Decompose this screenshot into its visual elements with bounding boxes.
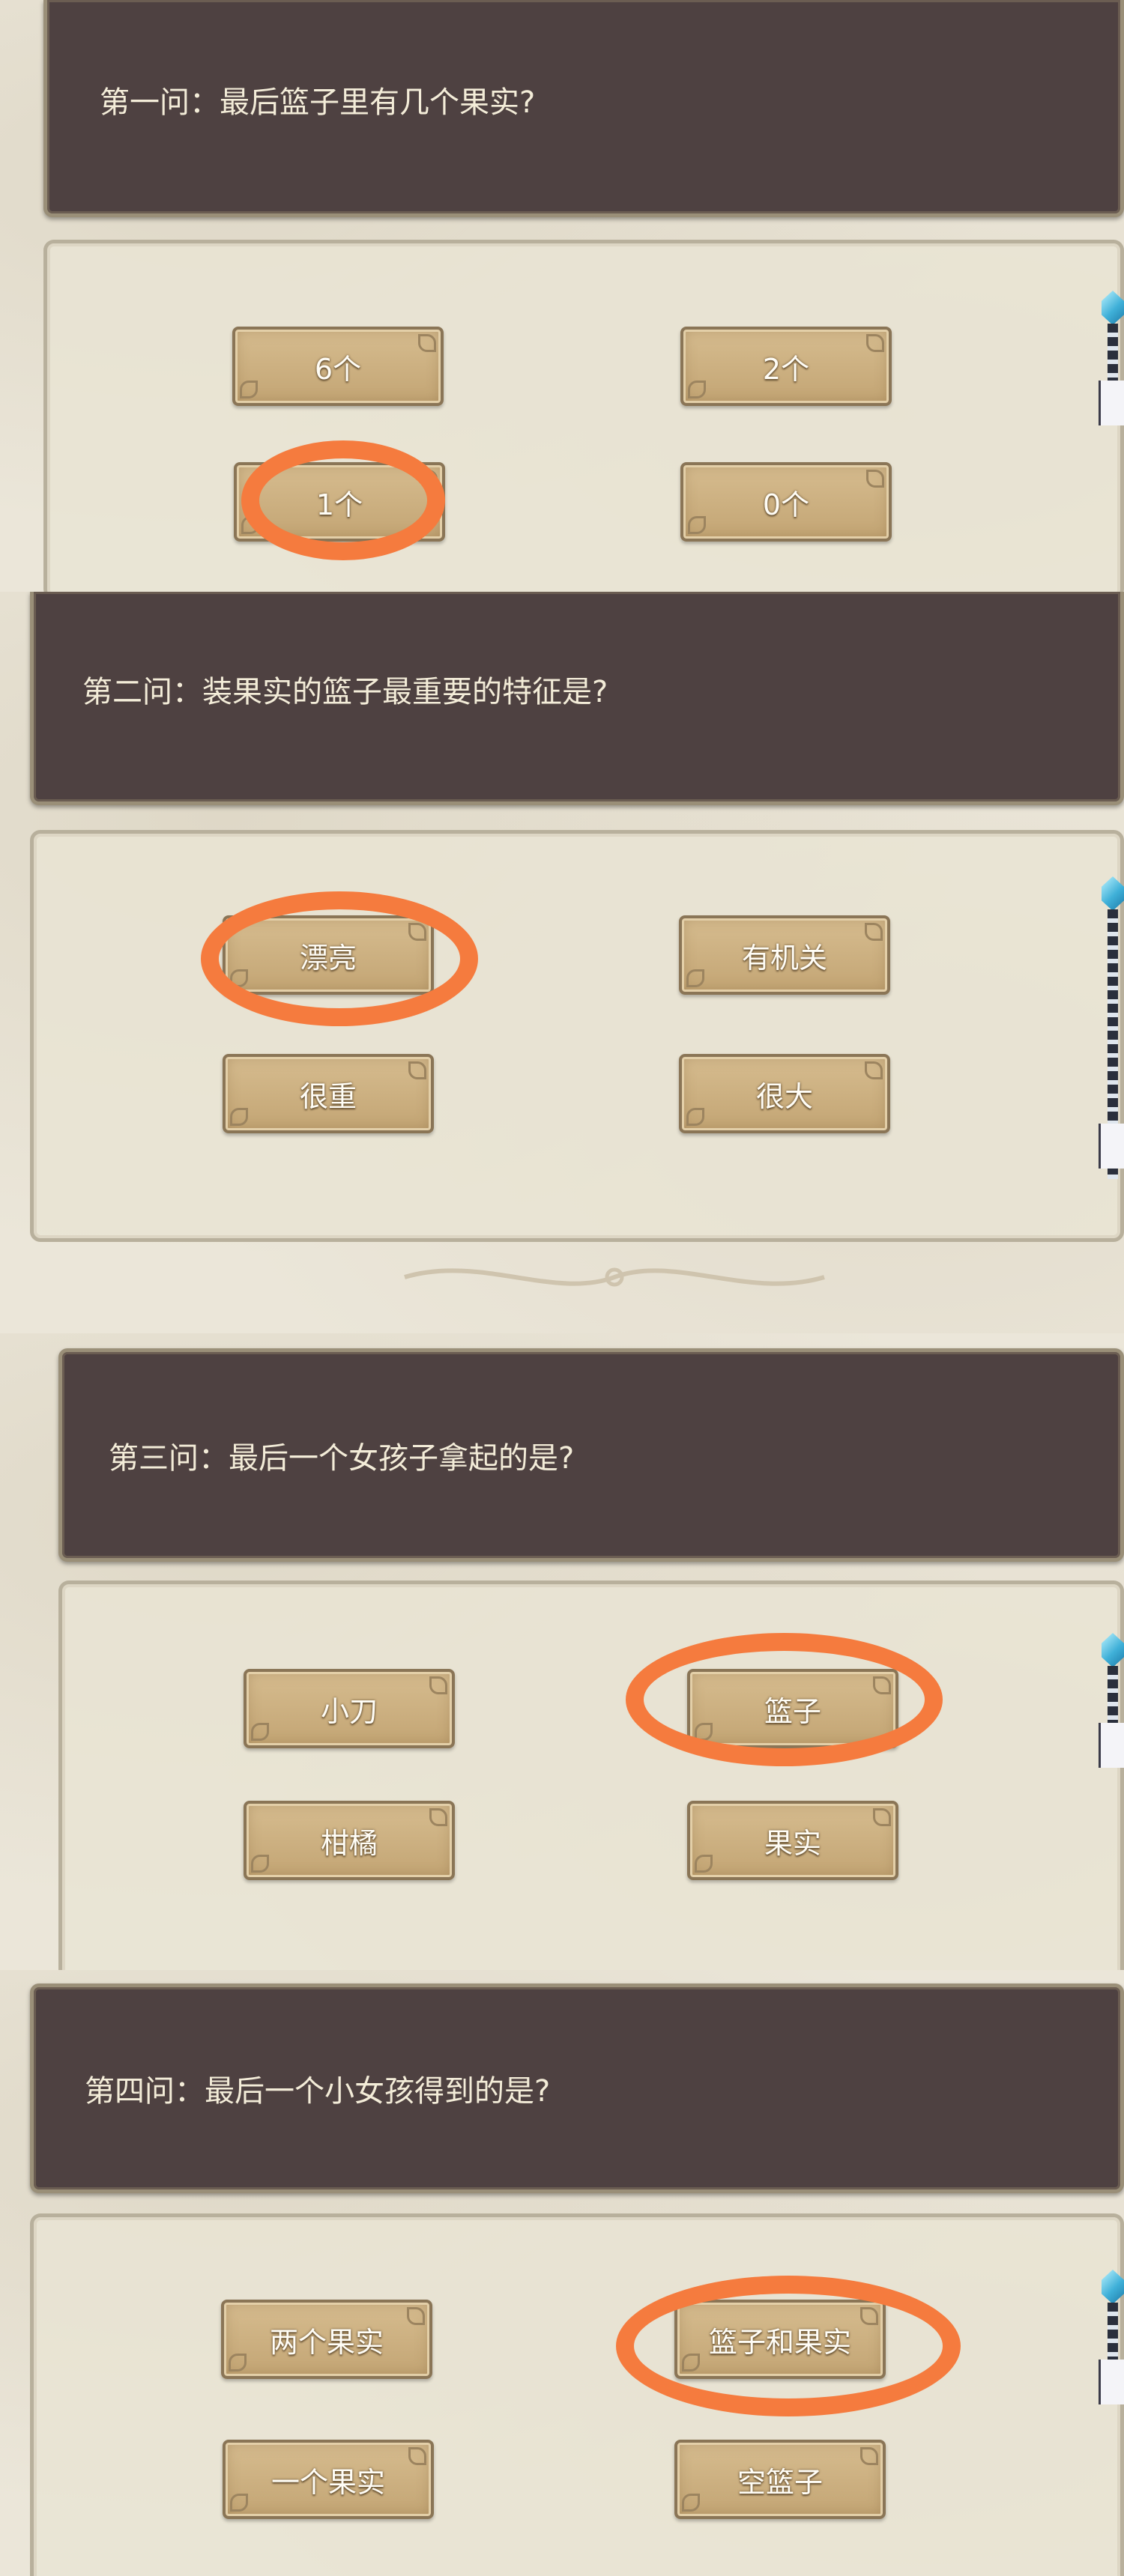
quiz-section-4: 第四问：最后一个小女孩得到的是? 两个果实 篮子和果实 一个果实 空篮子 [0,1970,1124,2576]
option-2-b[interactable]: 有机关 [679,915,890,995]
option-1-c[interactable]: 1个 [234,462,445,542]
question-2-title: 第二问：装果实的篮子最重要的特征是? [82,675,608,709]
staff-gem-icon [1099,2270,1124,2404]
staff-gem-icon [1099,876,1124,1191]
answer-panel-1 [43,240,1124,592]
option-2-a[interactable]: 漂亮 [223,915,434,995]
option-1-b[interactable]: 2个 [680,327,892,406]
ornament-divider [404,1267,825,1287]
question-3-box: 第三问：最后一个女孩子拿起的是? [58,1348,1124,1562]
staff-gem-icon [1099,291,1124,425]
answer-panel-2 [30,830,1124,1242]
answer-panel-4 [30,2213,1124,2576]
option-2-c[interactable]: 很重 [223,1054,434,1133]
quiz-section-1: 第一问：最后篮子里有几个果实? 6个 2个 1个 0个 [0,0,1124,593]
staff-gem-icon [1099,1633,1124,1768]
option-3-a[interactable]: 小刀 [244,1669,455,1748]
option-1-a[interactable]: 6个 [232,327,444,406]
option-4-d[interactable]: 空篮子 [674,2440,886,2519]
option-4-c[interactable]: 一个果实 [223,2440,434,2519]
question-4-title: 第四问：最后一个小女孩得到的是? [85,2074,551,2109]
option-3-b[interactable]: 篮子 [687,1669,898,1748]
option-3-d[interactable]: 果实 [687,1801,898,1880]
option-4-a[interactable]: 两个果实 [221,2300,432,2379]
question-1-box: 第一问：最后篮子里有几个果实? [43,0,1124,217]
answer-panel-3 [58,1581,1124,1970]
question-1-title: 第一问：最后篮子里有几个果实? [100,85,536,120]
option-2-d[interactable]: 很大 [679,1054,890,1133]
question-3-title: 第三问：最后一个女孩子拿起的是? [109,1440,575,1476]
question-2-box: 第二问：装果实的篮子最重要的特征是? [30,592,1124,805]
quiz-section-3: 第三问：最后一个女孩子拿起的是? 小刀 篮子 柑橘 果实 [0,1333,1124,1972]
option-1-d[interactable]: 0个 [680,462,892,542]
option-4-b[interactable]: 篮子和果实 [674,2300,886,2379]
quiz-section-2: 第二问：装果实的篮子最重要的特征是? 漂亮 有机关 很重 很大 [0,592,1124,1335]
question-4-box: 第四问：最后一个小女孩得到的是? [30,1983,1124,2193]
option-3-c[interactable]: 柑橘 [244,1801,455,1880]
